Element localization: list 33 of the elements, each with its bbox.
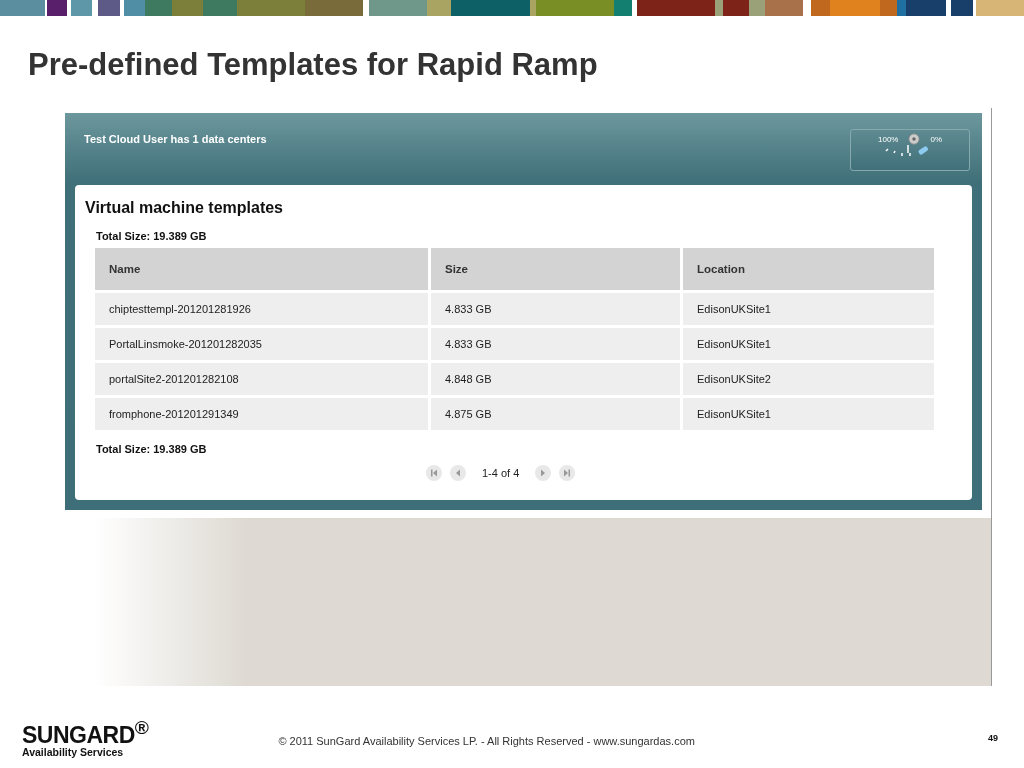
- table-cell: 4.875 GB: [431, 398, 680, 430]
- last-page-icon[interactable]: [559, 465, 576, 481]
- first-page-icon[interactable]: [426, 465, 442, 481]
- table-cell: 4.848 GB: [431, 363, 680, 395]
- table-cell: EdisonUKSite2: [683, 363, 934, 395]
- gauge-label: 0%: [930, 134, 942, 144]
- total-size: Total Size: 19.389 GB: [96, 230, 208, 242]
- table-cell: PortalLinsmoke-201201282035: [95, 328, 428, 360]
- page-number: 49: [988, 732, 998, 743]
- total-size: Total Size: 19.389 GB: [96, 443, 208, 455]
- panel-title: Virtual machine templates: [85, 199, 284, 217]
- table-cell: EdisonUKSite1: [683, 398, 934, 430]
- gauge-label: 100%: [878, 134, 899, 144]
- copyright-text: © 2011 SunGard Availability Services LP. - All Rights Reserved - www.sungardas.com: [278, 734, 695, 747]
- table-cell: 4.833 GB: [431, 293, 680, 325]
- previous-page-icon[interactable]: [450, 465, 466, 481]
- page-indicator: 1-4 of 4: [482, 467, 520, 479]
- gauge-widget[interactable]: 100% 0%: [850, 129, 970, 171]
- logo-subtitle: Availability Services: [22, 746, 125, 758]
- table-cell: 4.833 GB: [431, 328, 680, 360]
- slide-title: Pre-defined Templates for Rapid Ramp: [28, 46, 599, 84]
- next-page-icon[interactable]: [535, 465, 552, 481]
- column-header[interactable]: Name: [95, 248, 428, 290]
- table-cell: EdisonUKSite1: [683, 293, 934, 325]
- table-cell: portalSite2-201201282108: [95, 363, 428, 395]
- table-cell: fromphone-201201291349: [95, 398, 428, 430]
- table-cell: chiptesttempl-201201281926: [95, 293, 428, 325]
- table-cell: EdisonUKSite1: [683, 328, 934, 360]
- header-text: Test Cloud User has 1 data centers: [84, 133, 267, 145]
- knob-icon: [908, 133, 921, 145]
- logo-name: SUNGARD$^{®}$: [22, 718, 149, 747]
- column-header[interactable]: Size: [431, 248, 680, 290]
- column-header[interactable]: Location: [683, 248, 934, 290]
